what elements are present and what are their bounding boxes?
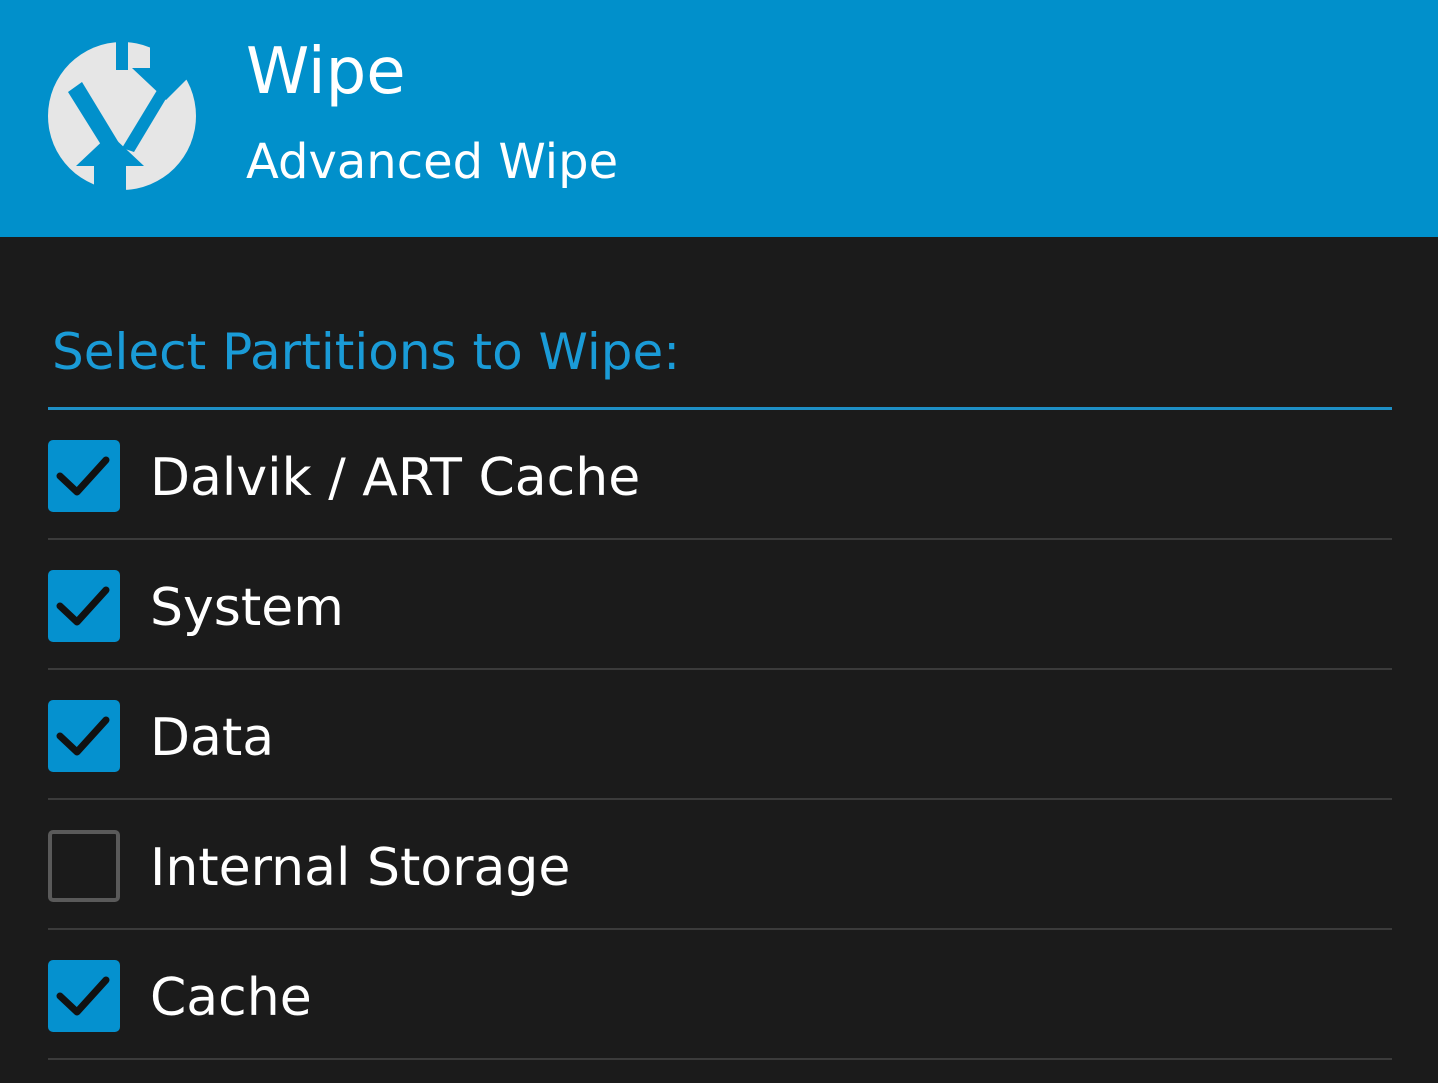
- checkmark-icon: [56, 586, 110, 626]
- page-title: Wipe: [246, 35, 406, 109]
- partition-label: Data: [150, 708, 275, 768]
- partition-item-dalvik-art-cache[interactable]: Dalvik / ART Cache: [48, 410, 1392, 540]
- header-bar: Wipe Advanced Wipe: [0, 0, 1438, 237]
- partition-item-data[interactable]: Data: [48, 670, 1392, 800]
- partition-label: System: [150, 578, 344, 638]
- partition-label: Cache: [150, 968, 312, 1028]
- section-heading: Select Partitions to Wipe:: [52, 323, 681, 381]
- checkmark-icon: [56, 456, 110, 496]
- partition-item-cache[interactable]: Cache: [48, 930, 1392, 1060]
- checkmark-icon: [56, 976, 110, 1016]
- checkbox[interactable]: [48, 440, 120, 512]
- partition-label: Dalvik / ART Cache: [150, 448, 641, 508]
- checkmark-icon: [56, 716, 110, 756]
- page-subtitle: Advanced Wipe: [246, 134, 619, 190]
- checkbox[interactable]: [48, 700, 120, 772]
- checkbox[interactable]: [48, 570, 120, 642]
- checkbox[interactable]: [48, 960, 120, 1032]
- partition-item-system[interactable]: System: [48, 540, 1392, 670]
- checkbox[interactable]: [48, 830, 120, 902]
- partition-list: Dalvik / ART Cache System Data Internal …: [48, 410, 1392, 1060]
- twrp-logo-icon: [48, 40, 198, 192]
- partition-label: Internal Storage: [150, 838, 571, 898]
- partition-item-internal-storage[interactable]: Internal Storage: [48, 800, 1392, 930]
